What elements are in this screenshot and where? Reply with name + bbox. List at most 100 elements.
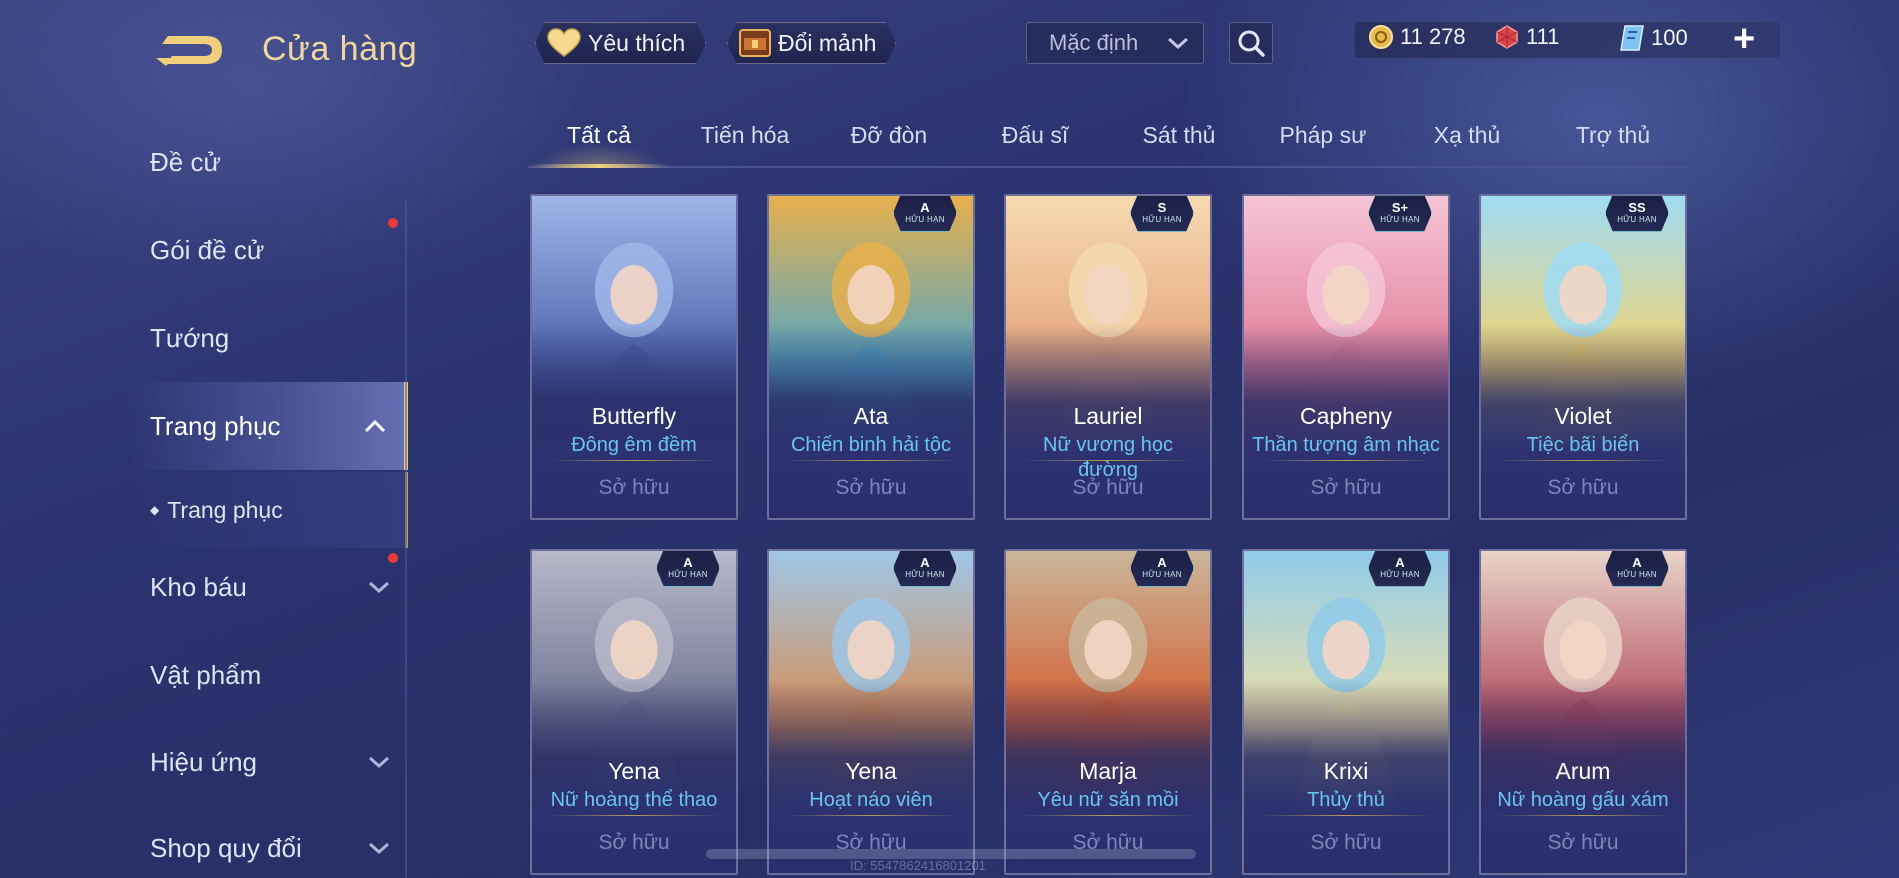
skin-card[interactable]: A HỮU HẠN Krixi Thủy thủ Sở hữu — [1242, 549, 1450, 875]
tab-support[interactable]: Trợ thủ — [1548, 122, 1678, 149]
notification-dot — [388, 218, 398, 228]
hero-name: Capheny — [1299, 403, 1393, 429]
skin-card[interactable]: Butterfly Đông êm đềm Sở hữu — [530, 194, 738, 520]
sidebar-item-label: Trang phục — [150, 410, 281, 441]
skin-name: Đông êm đềm — [571, 434, 697, 456]
tab-all[interactable]: Tất cả — [534, 122, 664, 149]
back-arrow-icon — [156, 36, 222, 66]
player-id: ID: 5547862416801201 — [850, 858, 986, 873]
limited-badge: A HỮU HẠN — [656, 549, 720, 587]
tab-mage[interactable]: Pháp sư — [1258, 122, 1388, 149]
skin-card[interactable]: S HỮU HẠN Lauriel Nữ vương học đường Sở hữu — [1004, 194, 1212, 520]
owned-status: Sở hữu — [1547, 476, 1619, 499]
tab-evolution[interactable]: Tiến hóa — [680, 122, 810, 149]
rank-label: A — [683, 555, 693, 570]
hero-name: Krixi — [1323, 758, 1369, 784]
card-divider — [1258, 815, 1434, 816]
favorite-button[interactable]: Yêu thích — [535, 22, 706, 64]
favorite-label: Yêu thích — [588, 29, 686, 56]
skin-name: Chiến binh hải tộc — [790, 434, 952, 456]
owned-status: Sở hữu — [598, 476, 670, 499]
notification-dot — [388, 553, 398, 563]
limited-badge: A HỮU HẠN — [1368, 549, 1432, 587]
rank-label: A — [920, 555, 930, 570]
rank-label: A — [1632, 555, 1642, 570]
skin-name: Nữ hoàng gấu xám — [1497, 789, 1669, 811]
rank-label: A — [1157, 555, 1167, 570]
exchange-fragments-button[interactable]: Đổi mảnh — [727, 22, 896, 64]
sidebar-subitem-skins[interactable]: ◆ Trang phục — [130, 472, 408, 548]
shop-screen: Cửa hàng Yêu thích Đổi mảnh Mặc định 11 … — [0, 0, 1899, 878]
limited-badge: A HỮU HẠN — [1605, 549, 1669, 587]
skin-card[interactable]: A HỮU HẠN Ata Chiến binh hải tộc Sở hữu — [767, 194, 975, 520]
limited-badge: S HỮU HẠN — [1130, 194, 1194, 232]
sidebar: Đề cử Gói đề cử Tướng Trang phục ◆ Trang… — [0, 90, 410, 878]
chevron-down-icon — [369, 842, 389, 855]
sidebar-item-label: Đề cử — [150, 146, 221, 177]
rank-label: SS — [1628, 200, 1646, 215]
gold-amount: 11 278 — [1400, 24, 1466, 49]
tab-fighter[interactable]: Đấu sĩ — [970, 122, 1100, 149]
sidebar-item-skins[interactable]: Trang phục — [130, 382, 408, 470]
hero-name: Yena — [608, 758, 660, 784]
hero-name: Lauriel — [1073, 403, 1143, 429]
limited-label: HỮU HẠN — [905, 570, 945, 579]
page-title: Cửa hàng — [262, 30, 418, 68]
hero-name: Violet — [1554, 403, 1612, 429]
sort-value: Mặc định — [1049, 30, 1139, 55]
skin-card[interactable]: SS HỮU HẠN Violet Tiệc bãi biển Sở hữu — [1479, 194, 1687, 520]
skin-card[interactable]: A HỮU HẠN Marja Yêu nữ săn mồi Sở hữu — [1004, 549, 1212, 875]
add-currency-button[interactable]: + — [1733, 20, 1755, 58]
card-divider — [1495, 460, 1671, 461]
search-icon — [1238, 30, 1265, 57]
skin-name: Yêu nữ săn mồi — [1037, 789, 1179, 811]
sidebar-item-recommended-packs[interactable]: Gói đề cử — [130, 218, 408, 280]
gold-currency: 11 278 — [1368, 24, 1466, 50]
back-button[interactable] — [150, 28, 230, 72]
sidebar-item-label: Hiệu ứng — [150, 746, 258, 777]
skin-card[interactable]: A HỮU HẠN Yena Nữ hoàng thể thao Sở hữu — [530, 549, 738, 875]
hero-name: Butterfly — [591, 403, 677, 429]
skin-name: Hoạt náo viên — [809, 789, 933, 811]
owned-status: Sở hữu — [835, 476, 907, 499]
card-divider — [1258, 460, 1434, 461]
active-tab-underline — [528, 164, 670, 168]
limited-label: HỮU HẠN — [905, 215, 945, 224]
exchange-label: Đổi mảnh — [778, 29, 877, 56]
chevron-up-icon — [364, 419, 386, 433]
skin-name: Tiệc bãi biển — [1526, 434, 1640, 456]
sidebar-item-heroes[interactable]: Tướng — [130, 308, 408, 368]
heart-icon — [546, 28, 582, 58]
tab-tank[interactable]: Đỡ đòn — [824, 122, 954, 149]
tab-marksman[interactable]: Xạ thủ — [1402, 122, 1532, 149]
rank-label: S+ — [1391, 200, 1409, 215]
limited-label: HỮU HẠN — [1380, 570, 1420, 579]
hero-name: Arum — [1555, 758, 1611, 784]
skin-card[interactable]: S+ HỮU HẠN Capheny Thần tượng âm nhạc Sở hữu — [1242, 194, 1450, 520]
skin-name: Thần tượng âm nhạc — [1252, 434, 1440, 456]
owned-status: Sở hữu — [1547, 831, 1619, 854]
skin-card[interactable]: A HỮU HẠN Arum Nữ hoàng gấu xám Sở hữu — [1479, 549, 1687, 875]
voucher-card-icon — [1620, 25, 1644, 51]
sidebar-item-effects[interactable]: Hiệu ứng — [130, 732, 408, 792]
card-divider — [783, 460, 959, 461]
search-button[interactable] — [1229, 22, 1273, 64]
sort-dropdown[interactable]: Mặc định — [1026, 22, 1204, 64]
limited-badge: S+ HỮU HẠN — [1368, 194, 1432, 232]
tab-assassin[interactable]: Sát thủ — [1114, 122, 1244, 149]
sidebar-item-recommended[interactable]: Đề cử — [130, 132, 408, 192]
sidebar-item-treasure[interactable]: Kho báu — [130, 553, 408, 617]
limited-label: HỮU HẠN — [1617, 215, 1657, 224]
sidebar-item-label: Gói đề cử — [150, 234, 265, 265]
card-divider — [1020, 460, 1196, 461]
skin-card[interactable]: A HỮU HẠN Yena Hoạt náo viên Sở hữu — [767, 549, 975, 875]
chevron-down-icon — [1168, 37, 1188, 50]
limited-label: HỮU HẠN — [1142, 215, 1182, 224]
sidebar-item-items[interactable]: Vật phẩm — [130, 645, 408, 705]
rank-label: S — [1157, 200, 1167, 215]
hero-name: Yena — [845, 758, 897, 784]
sidebar-item-exchange-shop[interactable]: Shop quy đổi — [130, 818, 408, 878]
bullet-icon: ◆ — [150, 503, 160, 517]
owned-status: Sở hữu — [1072, 476, 1144, 499]
chevron-down-icon — [369, 756, 389, 769]
